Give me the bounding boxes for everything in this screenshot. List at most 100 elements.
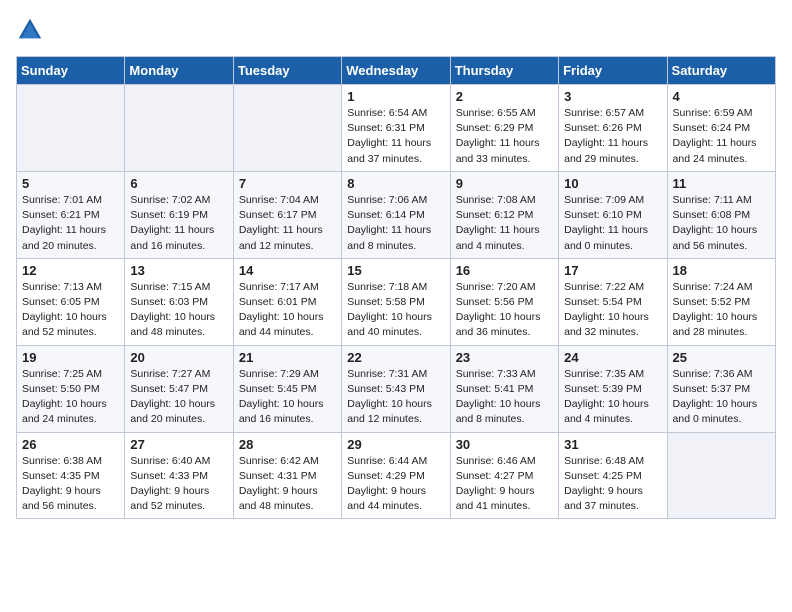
calendar-day-cell: 1Sunrise: 6:54 AM Sunset: 6:31 PM Daylig… [342, 85, 450, 172]
calendar-day-cell: 30Sunrise: 6:46 AM Sunset: 4:27 PM Dayli… [450, 432, 558, 519]
day-number: 20 [130, 350, 227, 365]
calendar-day-cell [233, 85, 341, 172]
weekday-header: Sunday [17, 57, 125, 85]
day-number: 18 [673, 263, 770, 278]
day-info: Sunrise: 7:25 AM Sunset: 5:50 PM Dayligh… [22, 367, 119, 428]
day-info: Sunrise: 7:11 AM Sunset: 6:08 PM Dayligh… [673, 193, 770, 254]
calendar-day-cell: 17 Sunrise: 7:22 AM Sunset: 5:54 PM Dayli… [559, 258, 667, 345]
day-info: Sunrise: 6:40 AM Sunset: 4:33 PM Dayligh… [130, 454, 227, 515]
calendar-day-cell: 12 Sunrise: 7:13 AM Sunset: 6:05 PM Dayli… [17, 258, 125, 345]
day-info: Sunrise: 7:27 AM Sunset: 5:47 PM Dayligh… [130, 367, 227, 428]
day-info: Sunrise: 7:31 AM Sunset: 5:43 PM Dayligh… [347, 367, 444, 428]
day-number: 11 [673, 176, 770, 191]
day-number: 19 [22, 350, 119, 365]
calendar-day-cell: 2 Sunrise: 6:55 AM Sunset: 6:29 PM Daylig… [450, 85, 558, 172]
calendar-week-row: 5 Sunrise: 7:01 AM Sunset: 6:21 PM Daylig… [17, 171, 776, 258]
day-number: 6 [130, 176, 227, 191]
calendar-day-cell: 22 Sunrise: 7:31 AM Sunset: 5:43 PM Dayli… [342, 345, 450, 432]
day-number: 14 [239, 263, 336, 278]
calendar-day-cell: 11 Sunrise: 7:11 AM Sunset: 6:08 PM Dayli… [667, 171, 775, 258]
day-info: Sunrise: 7:09 AM Sunset: 6:10 PM Dayligh… [564, 193, 661, 254]
day-info: Sunrise: 6:59 AM Sunset: 6:24 PM Dayligh… [673, 106, 770, 167]
day-number: 12 [22, 263, 119, 278]
calendar-week-row: 1Sunrise: 6:54 AM Sunset: 6:31 PM Daylig… [17, 85, 776, 172]
page-header [16, 16, 776, 44]
day-number: 16 [456, 263, 553, 278]
calendar-table: SundayMondayTuesdayWednesdayThursdayFrid… [16, 56, 776, 519]
calendar-day-cell [667, 432, 775, 519]
day-number: 8 [347, 176, 444, 191]
day-number: 7 [239, 176, 336, 191]
day-number: 5 [22, 176, 119, 191]
day-number: 22 [347, 350, 444, 365]
day-info: Sunrise: 6:46 AM Sunset: 4:27 PM Dayligh… [456, 454, 553, 515]
calendar-day-cell: 19 Sunrise: 7:25 AM Sunset: 5:50 PM Dayli… [17, 345, 125, 432]
day-info: Sunrise: 7:08 AM Sunset: 6:12 PM Dayligh… [456, 193, 553, 254]
day-number: 13 [130, 263, 227, 278]
day-number: 2 [456, 89, 553, 104]
weekday-header: Tuesday [233, 57, 341, 85]
day-info: Sunrise: 7:36 AM Sunset: 5:37 PM Dayligh… [673, 367, 770, 428]
day-info: Sunrise: 7:01 AM Sunset: 6:21 PM Dayligh… [22, 193, 119, 254]
calendar-day-cell: 26Sunrise: 6:38 AM Sunset: 4:35 PM Dayli… [17, 432, 125, 519]
calendar-week-row: 26Sunrise: 6:38 AM Sunset: 4:35 PM Dayli… [17, 432, 776, 519]
calendar-day-cell: 21Sunrise: 7:29 AM Sunset: 5:45 PM Dayli… [233, 345, 341, 432]
calendar-day-cell: 20 Sunrise: 7:27 AM Sunset: 5:47 PM Dayli… [125, 345, 233, 432]
calendar-day-cell: 27 Sunrise: 6:40 AM Sunset: 4:33 PM Dayli… [125, 432, 233, 519]
day-info: Sunrise: 7:04 AM Sunset: 6:17 PM Dayligh… [239, 193, 336, 254]
day-info: Sunrise: 7:33 AM Sunset: 5:41 PM Dayligh… [456, 367, 553, 428]
day-number: 3 [564, 89, 661, 104]
day-info: Sunrise: 7:35 AM Sunset: 5:39 PM Dayligh… [564, 367, 661, 428]
day-number: 24 [564, 350, 661, 365]
calendar-day-cell: 10 Sunrise: 7:09 AM Sunset: 6:10 PM Dayli… [559, 171, 667, 258]
calendar-day-cell: 18 Sunrise: 7:24 AM Sunset: 5:52 PM Dayli… [667, 258, 775, 345]
day-number: 9 [456, 176, 553, 191]
weekday-header: Friday [559, 57, 667, 85]
calendar-day-cell: 14 Sunrise: 7:17 AM Sunset: 6:01 PM Dayli… [233, 258, 341, 345]
calendar-day-cell [17, 85, 125, 172]
calendar-day-cell: 8 Sunrise: 7:06 AM Sunset: 6:14 PM Daylig… [342, 171, 450, 258]
calendar-day-cell [125, 85, 233, 172]
calendar-week-row: 12 Sunrise: 7:13 AM Sunset: 6:05 PM Dayli… [17, 258, 776, 345]
day-info: Sunrise: 7:15 AM Sunset: 6:03 PM Dayligh… [130, 280, 227, 341]
calendar-day-cell: 24 Sunrise: 7:35 AM Sunset: 5:39 PM Dayli… [559, 345, 667, 432]
day-info: Sunrise: 7:02 AM Sunset: 6:19 PM Dayligh… [130, 193, 227, 254]
day-info: Sunrise: 7:22 AM Sunset: 5:54 PM Dayligh… [564, 280, 661, 341]
calendar-day-cell: 3 Sunrise: 6:57 AM Sunset: 6:26 PM Daylig… [559, 85, 667, 172]
calendar-day-cell: 6 Sunrise: 7:02 AM Sunset: 6:19 PM Daylig… [125, 171, 233, 258]
calendar-day-cell: 9 Sunrise: 7:08 AM Sunset: 6:12 PM Daylig… [450, 171, 558, 258]
calendar-day-cell: 7 Sunrise: 7:04 AM Sunset: 6:17 PM Daylig… [233, 171, 341, 258]
calendar-day-cell: 31 Sunrise: 6:48 AM Sunset: 4:25 PM Dayli… [559, 432, 667, 519]
day-number: 26 [22, 437, 119, 452]
day-number: 28 [239, 437, 336, 452]
day-number: 15 [347, 263, 444, 278]
day-number: 23 [456, 350, 553, 365]
calendar-day-cell: 23 Sunrise: 7:33 AM Sunset: 5:41 PM Dayli… [450, 345, 558, 432]
weekday-header: Wednesday [342, 57, 450, 85]
calendar-day-cell: 5 Sunrise: 7:01 AM Sunset: 6:21 PM Daylig… [17, 171, 125, 258]
calendar-day-cell: 4 Sunrise: 6:59 AM Sunset: 6:24 PM Daylig… [667, 85, 775, 172]
calendar-day-cell: 28 Sunrise: 6:42 AM Sunset: 4:31 PM Dayli… [233, 432, 341, 519]
day-info: Sunrise: 7:24 AM Sunset: 5:52 PM Dayligh… [673, 280, 770, 341]
day-number: 31 [564, 437, 661, 452]
day-number: 4 [673, 89, 770, 104]
day-info: Sunrise: 7:17 AM Sunset: 6:01 PM Dayligh… [239, 280, 336, 341]
day-info: Sunrise: 7:13 AM Sunset: 6:05 PM Dayligh… [22, 280, 119, 341]
day-info: Sunrise: 7:06 AM Sunset: 6:14 PM Dayligh… [347, 193, 444, 254]
day-number: 25 [673, 350, 770, 365]
day-number: 10 [564, 176, 661, 191]
day-number: 17 [564, 263, 661, 278]
calendar-week-row: 19 Sunrise: 7:25 AM Sunset: 5:50 PM Dayli… [17, 345, 776, 432]
day-info: Sunrise: 6:57 AM Sunset: 6:26 PM Dayligh… [564, 106, 661, 167]
day-info: Sunrise: 7:20 AM Sunset: 5:56 PM Dayligh… [456, 280, 553, 341]
calendar-header-row: SundayMondayTuesdayWednesdayThursdayFrid… [17, 57, 776, 85]
day-info: Sunrise: 6:42 AM Sunset: 4:31 PM Dayligh… [239, 454, 336, 515]
weekday-header: Monday [125, 57, 233, 85]
calendar-day-cell: 29Sunrise: 6:44 AM Sunset: 4:29 PM Dayli… [342, 432, 450, 519]
day-info: Sunrise: 6:55 AM Sunset: 6:29 PM Dayligh… [456, 106, 553, 167]
calendar-day-cell: 25 Sunrise: 7:36 AM Sunset: 5:37 PM Dayli… [667, 345, 775, 432]
calendar-day-cell: 16 Sunrise: 7:20 AM Sunset: 5:56 PM Dayli… [450, 258, 558, 345]
day-info: Sunrise: 6:44 AM Sunset: 4:29 PM Dayligh… [347, 454, 444, 515]
day-number: 27 [130, 437, 227, 452]
day-info: Sunrise: 6:48 AM Sunset: 4:25 PM Dayligh… [564, 454, 661, 515]
